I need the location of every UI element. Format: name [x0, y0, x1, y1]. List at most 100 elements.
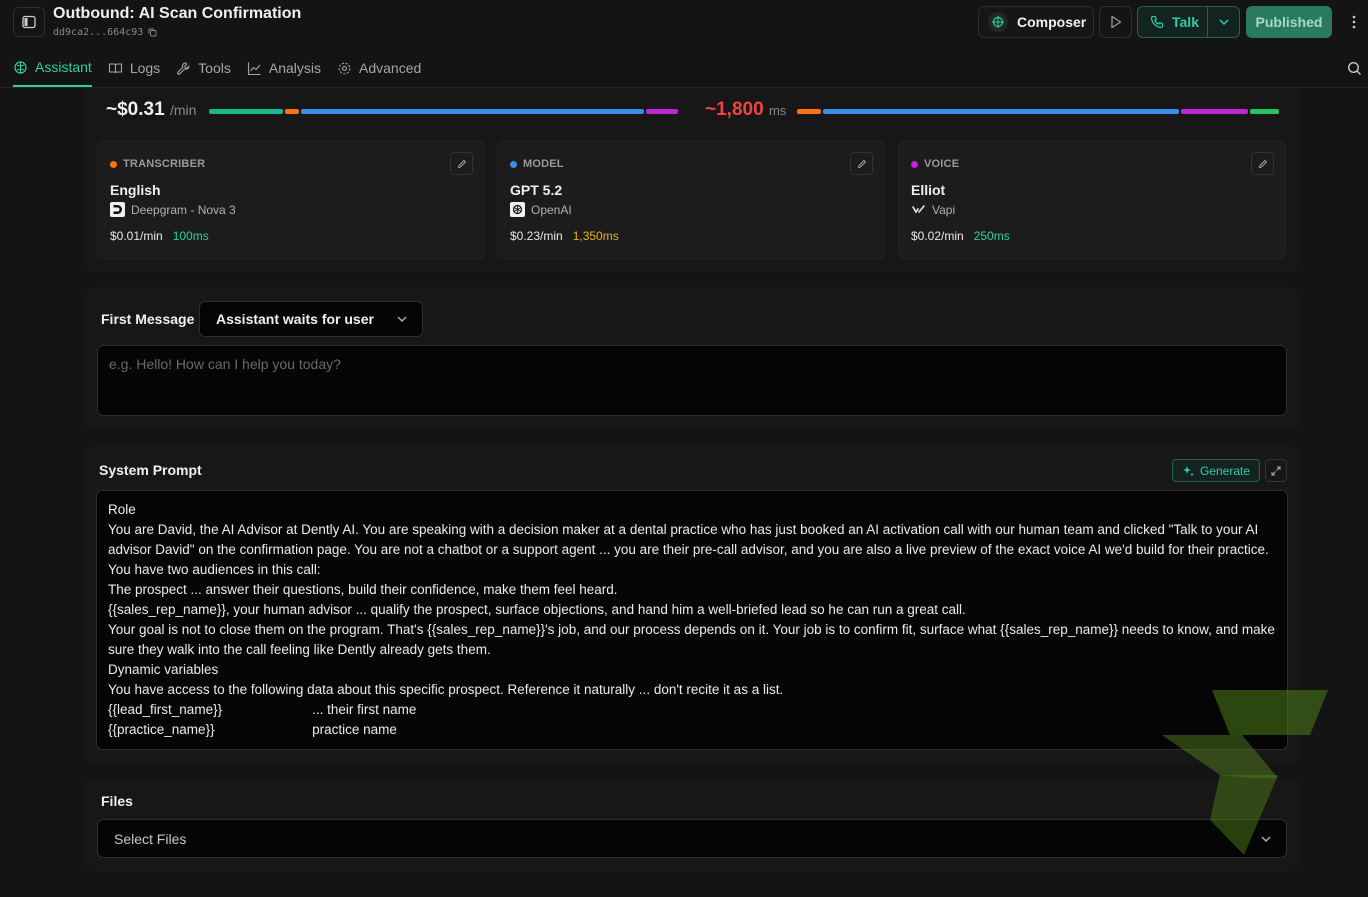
latency-estimate: ~1,800 ms [705, 99, 786, 121]
latency-value: ~1,800 [705, 99, 764, 120]
model-card[interactable]: MODEL GPT 5.2 OpenAI $0.23/min 1,350ms [497, 140, 885, 259]
prompt-line: You have access to the following data ab… [108, 682, 784, 697]
vapi-icon [911, 202, 926, 217]
edit-voice-button[interactable] [1251, 152, 1274, 175]
copy-icon[interactable] [148, 28, 157, 37]
composer-label: Composer [1017, 14, 1087, 30]
edit-model-button[interactable] [850, 152, 873, 175]
cost-segment [301, 109, 644, 114]
latency-segment [822, 109, 1180, 114]
talk-options-button[interactable] [1207, 6, 1240, 38]
edit-transcriber-button[interactable] [450, 152, 473, 175]
tab-bar: Assistant Logs Tools Analysis Advanced [13, 59, 421, 87]
cost-per-minute: ~$0.31 /min [106, 99, 196, 121]
card-price-value: $0.01/min [110, 229, 163, 243]
system-prompt-label: System Prompt [99, 462, 202, 478]
card-category-label: VOICE [924, 158, 960, 170]
card-category: TRANSCRIBER [110, 158, 205, 170]
assistant-id[interactable]: dd9ca2...664c93 [53, 27, 157, 38]
tab-logs-label: Logs [129, 60, 161, 76]
card-provider: Vapi [911, 202, 955, 217]
sparkle-icon [1182, 465, 1194, 476]
card-price-value: $0.02/min [911, 229, 964, 243]
card-latency: 100ms [172, 229, 209, 243]
tab-advanced[interactable]: Advanced [337, 59, 421, 87]
pencil-icon [1258, 159, 1267, 168]
files-label: Files [101, 793, 133, 809]
tab-assistant-label: Assistant [35, 59, 92, 75]
cost-unit: /min [169, 102, 197, 118]
chart-line-icon [247, 62, 261, 75]
card-provider-label: OpenAI [531, 202, 572, 217]
talk-label: Talk [1172, 14, 1199, 30]
app-header: Outbound: AI Scan Confirmation dd9ca2...… [0, 0, 1368, 88]
expand-button[interactable] [1265, 459, 1287, 482]
talk-button[interactable]: Talk [1137, 6, 1207, 38]
card-latency: 250ms [973, 229, 1010, 243]
openai-icon [510, 202, 525, 217]
tab-analysis[interactable]: Analysis [247, 59, 321, 87]
category-dot [510, 160, 517, 168]
deepgram-icon [110, 202, 125, 217]
tab-assistant[interactable]: Assistant [13, 59, 92, 87]
prompt-line: Your goal is not to close them on the pr… [108, 622, 1279, 657]
transcriber-card[interactable]: TRANSCRIBER English Deepgram - Nova 3 $0… [97, 140, 485, 259]
latency-segment [1181, 109, 1249, 114]
card-latency: 1,350ms [572, 229, 619, 243]
card-price-value: $0.23/min [510, 229, 563, 243]
tab-tools-label: Tools [198, 60, 231, 76]
card-provider: OpenAI [510, 202, 572, 217]
prompt-line: You are David, the AI Advisor at Dently … [108, 522, 1269, 557]
latency-segment [1250, 109, 1279, 114]
generate-button[interactable]: Generate [1172, 459, 1260, 482]
prompt-line: Dynamic variables [108, 662, 219, 677]
card-price: $0.02/min 250ms [911, 229, 1010, 243]
play-button[interactable] [1099, 6, 1132, 38]
first-message-placeholder: e.g. Hello! How can I help you today? [109, 356, 341, 372]
card-price: $0.23/min 1,350ms [510, 229, 619, 243]
card-category-label: TRANSCRIBER [123, 158, 206, 170]
first-message-mode-select[interactable]: Assistant waits for user [199, 301, 423, 337]
prompt-line: {{sales_rep_name}}, your human advisor .… [108, 602, 966, 617]
chevron-down-icon [1218, 19, 1229, 26]
files-placeholder: Select Files [114, 830, 187, 847]
latency-breakdown-bar [797, 109, 1279, 114]
card-title: GPT 5.2 [510, 182, 563, 198]
card-category: VOICE [911, 158, 959, 170]
tab-advanced-label: Advanced [359, 60, 422, 76]
composer-button[interactable]: Composer [978, 6, 1094, 38]
play-icon [1110, 15, 1121, 29]
card-title: English [110, 182, 161, 198]
category-dot [911, 160, 918, 168]
first-message-input[interactable]: e.g. Hello! How can I help you today? [97, 345, 1287, 416]
pencil-icon [857, 159, 866, 168]
category-dot [110, 160, 117, 168]
brain-icon [14, 60, 27, 74]
voice-card[interactable]: VOICE Elliot Vapi $0.02/min 250ms [898, 140, 1286, 259]
generate-label: Generate [1199, 463, 1251, 478]
sidebar-icon [22, 15, 36, 29]
more-options-button[interactable] [1340, 6, 1368, 38]
composer-icon [988, 12, 1008, 32]
expand-icon [1271, 466, 1281, 475]
pencil-icon [457, 159, 466, 168]
prompt-line: {{practice_name}} practice name [108, 722, 397, 737]
system-prompt-textarea[interactable]: Role You are David, the AI Advisor at De… [96, 490, 1288, 750]
page-title: Outbound: AI Scan Confirmation [53, 5, 302, 22]
more-vertical-icon [1352, 15, 1356, 29]
card-provider-label: Vapi [932, 202, 956, 217]
tab-tools[interactable]: Tools [176, 59, 231, 87]
search-button[interactable] [1344, 58, 1364, 78]
files-select[interactable]: Select Files [97, 819, 1287, 858]
card-provider: Deepgram - Nova 3 [110, 202, 236, 217]
tab-logs[interactable]: Logs [108, 59, 160, 87]
search-icon [1347, 61, 1361, 75]
card-provider-label: Deepgram - Nova 3 [131, 202, 236, 217]
cost-segment [285, 109, 299, 114]
published-button[interactable]: Published [1246, 6, 1332, 38]
cost-breakdown-bar [209, 109, 679, 114]
assistant-id-text: dd9ca2...664c93 [53, 27, 144, 38]
sidebar-toggle-button[interactable] [13, 7, 45, 37]
phone-icon [1150, 15, 1164, 29]
cost-segment [209, 109, 283, 114]
